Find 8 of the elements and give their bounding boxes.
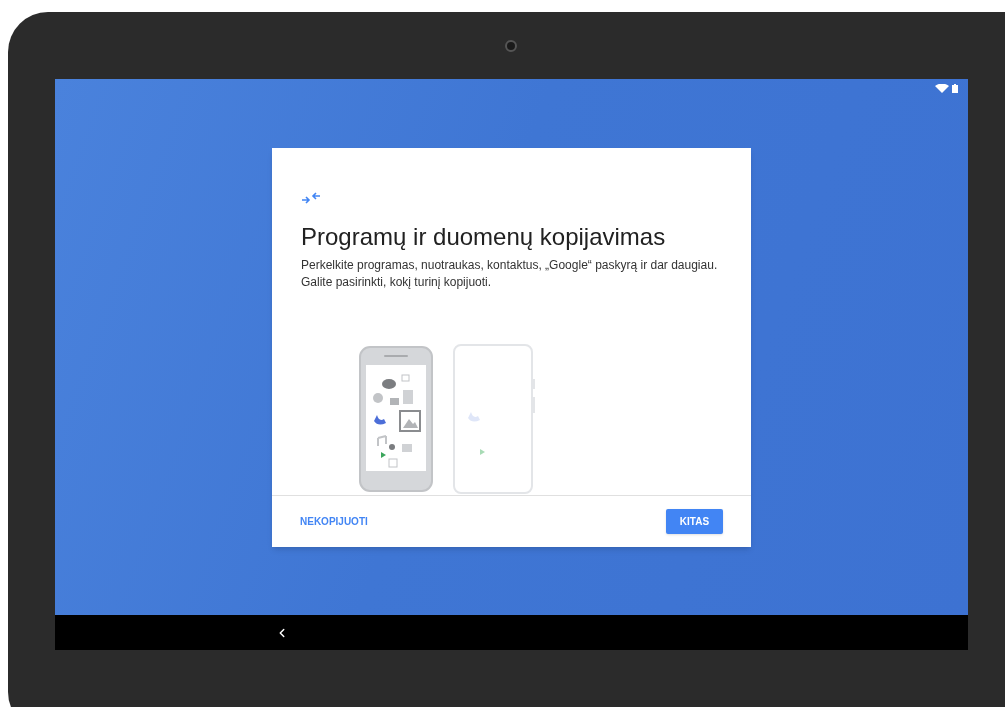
dialog-description: Perkelkite programas, nuotraukas, kontaktus, „Google“ paskyrą ir dar daugiau. Galite pasirinkti, kokį turinį kopijuoti.: [301, 257, 719, 291]
arrows-icon: [301, 192, 321, 204]
battery-icon: [952, 83, 958, 93]
camera-icon: [505, 40, 517, 52]
dialog-title: Programų ir duomenų kopijavimas: [301, 222, 667, 252]
wifi-icon: [935, 83, 949, 93]
next-button[interactable]: KITAS: [666, 509, 723, 534]
skip-button[interactable]: NEKOPIJUOTI: [292, 508, 376, 535]
